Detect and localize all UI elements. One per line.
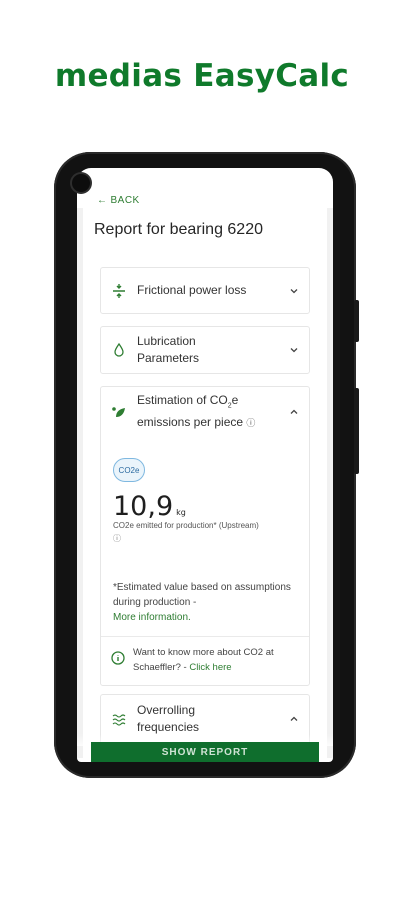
- background-page-right: [327, 208, 333, 758]
- panel-label: Frictional power loss: [137, 283, 247, 297]
- panel-label: Lubrication Parameters: [137, 334, 200, 365]
- app-screen: ← BACK Report for bearing 6220 Frictiona…: [77, 168, 333, 762]
- chevron-down-icon[interactable]: [289, 286, 299, 296]
- front-camera: [72, 174, 90, 192]
- panel-co2-estimation: Estimation of CO2e emissions per piece ⓘ…: [100, 386, 310, 686]
- back-button[interactable]: ← BACK: [97, 195, 140, 206]
- divider: [101, 636, 309, 637]
- phone-volume-button: [354, 388, 359, 474]
- friction-icon: [113, 283, 125, 298]
- co2-value: 10,9 kg: [113, 491, 186, 522]
- wave-icon: [112, 714, 126, 726]
- hint-text: Want to know more about CO2 at Schaeffle…: [133, 647, 274, 673]
- show-report-button[interactable]: SHOW REPORT: [91, 742, 319, 762]
- co2-caption: CO2e emitted for production* (Upstream): [113, 521, 259, 530]
- leaf-icon: [112, 407, 125, 417]
- panel-frictional-power-loss[interactable]: Frictional power loss: [100, 267, 310, 314]
- panel-label: Overrolling frequencies: [137, 703, 200, 734]
- info-icon[interactable]: ⓘ: [246, 418, 255, 428]
- promo-title: medias EasyCalc: [54, 58, 350, 94]
- info-circle-icon: [111, 651, 125, 665]
- phone-power-button: [354, 300, 359, 342]
- more-information-link[interactable]: More information.: [113, 612, 191, 623]
- panel-lubrication-parameters[interactable]: Lubrication Parameters: [100, 326, 310, 374]
- drop-icon: [114, 342, 124, 357]
- click-here-link[interactable]: Click here: [189, 662, 231, 673]
- chevron-down-icon[interactable]: [289, 345, 299, 355]
- chevron-up-icon[interactable]: [289, 407, 299, 417]
- panel-co2-header[interactable]: Estimation of CO2e emissions per piece ⓘ: [101, 387, 309, 437]
- back-label: BACK: [110, 195, 140, 206]
- arrow-left-icon: ←: [97, 195, 108, 206]
- co2-badge: CO2e: [113, 458, 145, 482]
- chevron-up-icon[interactable]: [289, 714, 299, 724]
- info-icon[interactable]: ⓘ: [113, 533, 121, 544]
- estimate-note: *Estimated value based on assumptions du…: [113, 582, 291, 623]
- panel-label: Estimation of CO2e emissions per piece ⓘ: [137, 392, 256, 430]
- page-title: Report for bearing 6220: [94, 221, 263, 238]
- background-page-left: [77, 208, 83, 758]
- co2-hint: Want to know more about CO2 at Schaeffle…: [111, 645, 301, 675]
